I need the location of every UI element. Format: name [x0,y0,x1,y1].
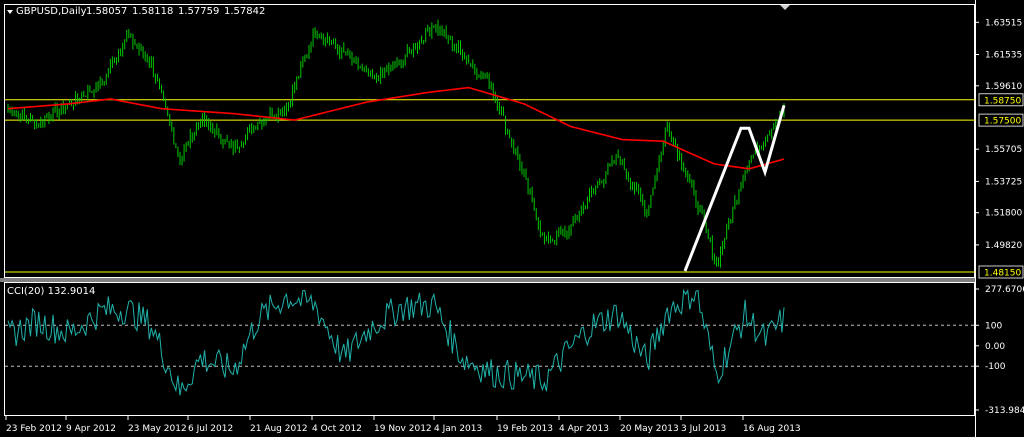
level-price-label: 1.48150 [984,269,1021,279]
ohlc-close: 1.57842 [224,6,265,17]
cci-tick-label: 0.00 [985,342,1005,352]
x-tick-label: 23 May 2012 [128,424,187,434]
x-tick-label: 4 Apr 2013 [559,424,609,434]
y-tick-label: 1.61535 [985,51,1022,61]
x-tick-label: 3 Jul 2013 [681,424,726,434]
cci-label: CCI(20) 132.9014 [7,286,95,297]
level-price-label: 1.57500 [984,117,1021,127]
y-tick-label: 1.49820 [985,241,1022,251]
y-tick-label: 1.53725 [985,177,1022,187]
cci-tick-label: 100 [985,321,1002,331]
symbol-label: GBPUSD,Daily [16,6,87,17]
ohlc-low: 1.57759 [178,6,219,17]
cci-tick-label: -100 [985,362,1006,372]
x-tick-label: 16 Aug 2013 [743,424,801,434]
panel-splitter[interactable] [0,278,975,282]
y-tick-label: 1.59610 [985,82,1022,92]
ohlc-open: 1.58057 [86,6,127,17]
x-tick-label: 19 Nov 2012 [374,424,432,434]
x-tick-label: 21 Aug 2012 [250,424,308,434]
level-price-label: 1.58750 [984,96,1021,106]
x-tick-label: 20 May 2013 [620,424,679,434]
x-tick-label: 6 Jul 2012 [188,424,233,434]
chart-canvas: 1.63515 1.61535 1.59610 1.55705 1.53725 1.518… [0,0,1024,437]
y-tick-label: 1.51800 [985,209,1022,219]
y-tick-label: 1.63515 [985,18,1022,28]
x-tick-label: 9 Apr 2012 [66,424,116,434]
y-axis-divider [975,0,976,437]
x-tick-label: 23 Feb 2012 [6,424,62,434]
x-tick-label: 4 Oct 2012 [312,424,362,434]
x-tick-label: 19 Feb 2013 [497,424,553,434]
ohlc-high: 1.58118 [132,6,173,17]
cci-tick-label: -313.9847 [985,406,1024,416]
y-tick-label: 1.55705 [985,145,1022,155]
x-tick-label: 4 Jan 2013 [434,424,482,434]
cci-tick-label: 277.6706 [985,285,1024,295]
